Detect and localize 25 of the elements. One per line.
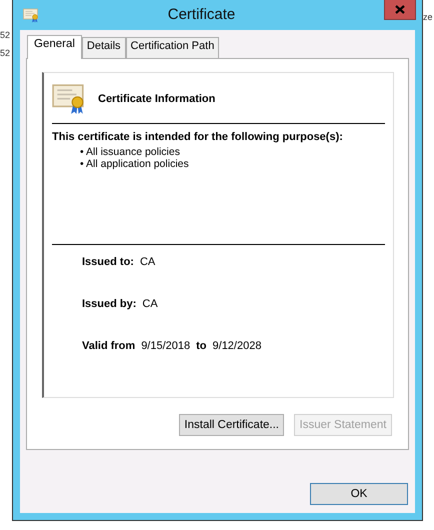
purpose-heading: This certificate is intended for the following purpose(s): — [52, 131, 343, 143]
field-value: CA — [142, 298, 158, 310]
purpose-item: • All application policies — [80, 158, 190, 170]
date-value: 9/15/2018 — [141, 340, 190, 352]
field-label: Issued to: — [82, 256, 134, 268]
ok-button[interactable]: OK — [310, 483, 408, 505]
window-title: Certificate — [166, 6, 236, 23]
tab[interactable]: General — [27, 35, 82, 59]
field-label: to — [196, 340, 207, 352]
install-certificate-button[interactable]: Install Certificate... — [179, 414, 284, 436]
close-icon — [395, 5, 405, 14]
background-text: 52 — [0, 48, 12, 58]
background-text: ze — [423, 12, 433, 22]
close-button[interactable] — [384, 0, 416, 20]
section-heading: Certificate Information — [98, 93, 216, 105]
certificate-icon — [52, 83, 86, 115]
background-text: 52 — [0, 30, 12, 40]
field-label: Valid from — [82, 340, 136, 352]
field-value: CA — [140, 256, 156, 268]
tab[interactable]: Details — [82, 37, 126, 58]
purpose-item: • All issuance policies — [80, 146, 181, 158]
certificate-icon — [23, 8, 39, 23]
field-label: Issued by: — [82, 298, 136, 310]
date-value: 9/12/2028 — [212, 340, 262, 352]
tab[interactable]: Certification Path — [126, 37, 220, 58]
